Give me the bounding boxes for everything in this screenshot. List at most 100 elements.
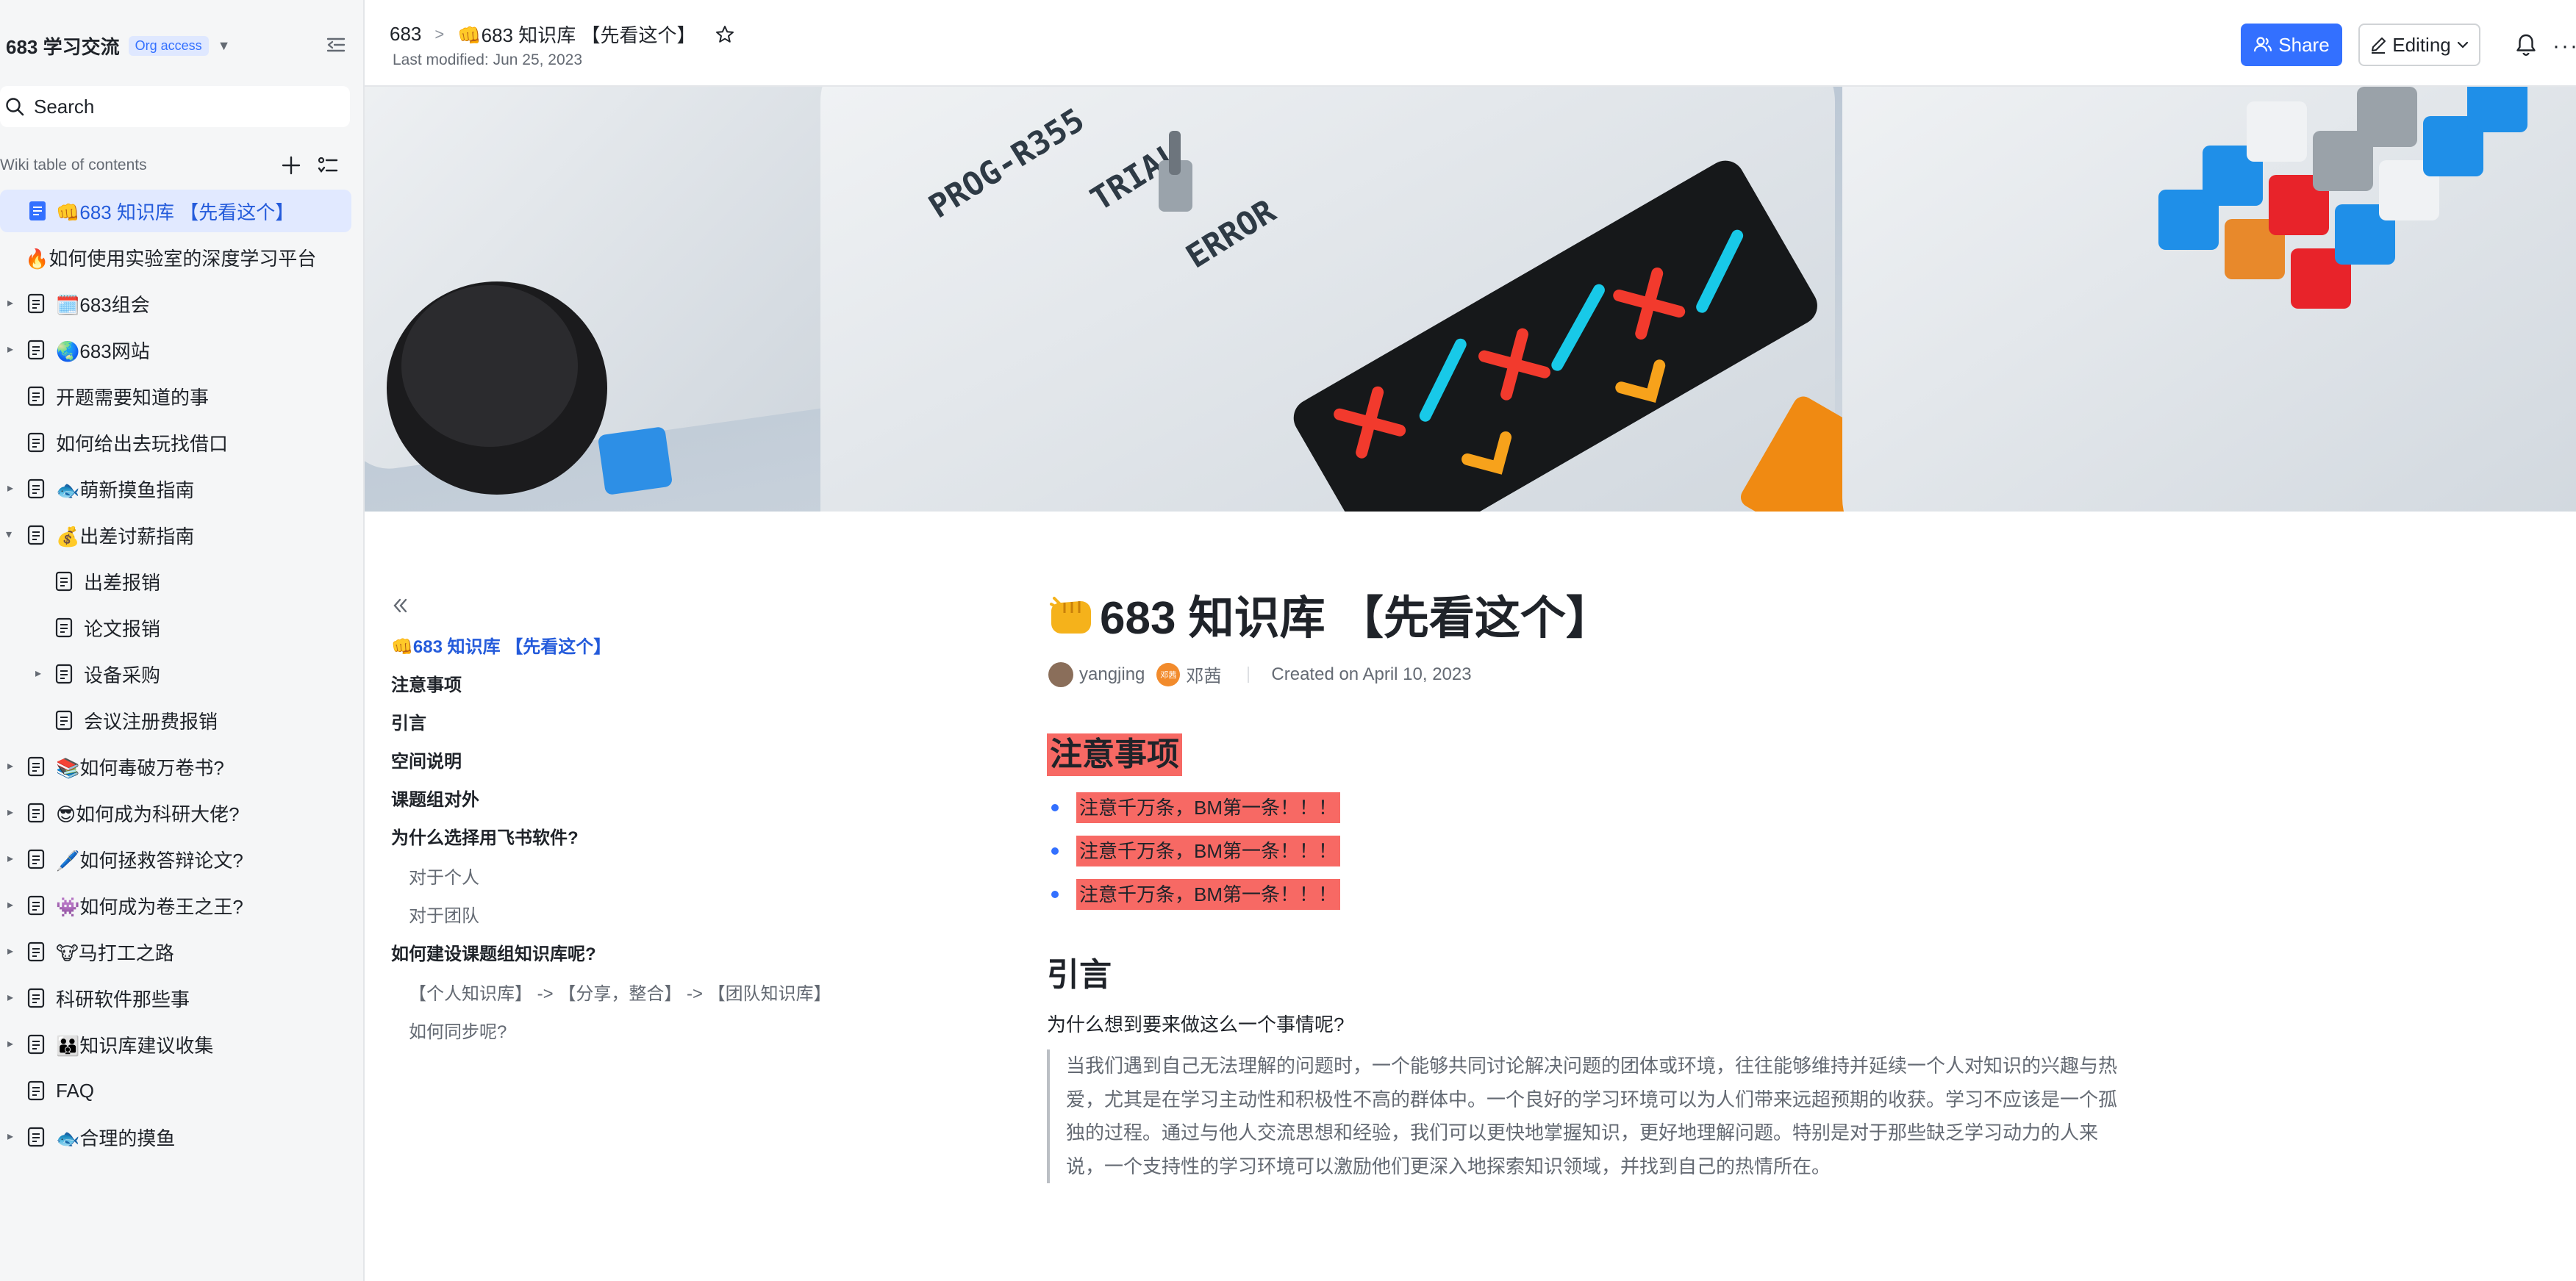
intro-quote[interactable]: 当我们遇到自己无法理解的问题时，一个能够共同讨论解决问题的团体或环境，往往能够维… (1047, 1049, 2125, 1183)
tree-item-travel-reimbursement-guide[interactable]: ▾ 💰出差讨薪指南 (0, 514, 351, 556)
expand-arrow-icon[interactable]: ▸ (35, 668, 47, 680)
document-icon (55, 664, 73, 684)
tree-item-equipment-purchase[interactable]: ▸ 设备采购 (0, 653, 351, 695)
expand-arrow-icon[interactable]: ▸ (7, 483, 19, 495)
expand-arrow-icon[interactable]: ▸ (7, 344, 19, 356)
heading-intro[interactable]: 引言 (1047, 948, 1112, 995)
add-page-icon[interactable] (279, 154, 303, 177)
expand-arrow-icon[interactable]: ▸ (7, 1131, 19, 1143)
expand-arrow-icon[interactable]: ▸ (7, 298, 19, 309)
collapse-sidebar-icon[interactable] (325, 34, 347, 56)
tree-item-suggestions[interactable]: ▸ 👪知识库建议收集 (0, 1023, 351, 1066)
document-icon (27, 340, 45, 360)
avatar[interactable] (1048, 661, 1073, 687)
author-name[interactable]: yangjing (1079, 664, 1145, 685)
outline-item-for-individual[interactable]: 对于个人 (409, 863, 479, 889)
expand-arrow-icon[interactable]: ▸ (7, 992, 19, 1004)
expand-arrow-icon[interactable]: ▸ (7, 761, 19, 772)
outline-item-title[interactable]: 👊683 知识库 【先看这个】 (391, 632, 611, 658)
tree-item-683-knowledge-base[interactable]: 👊683 知识库 【先看这个】 (0, 190, 351, 232)
bullet-dot (1051, 804, 1059, 811)
page-title-text: 683 知识库 【先看这个】 (1100, 593, 1611, 644)
list-item[interactable]: 注意千万条，BM第一条！！！ (1047, 879, 1341, 910)
tree-item-travel-expense[interactable]: 出差报销 (0, 560, 351, 603)
expand-arrow-icon[interactable]: ▸ (7, 807, 19, 819)
list-item[interactable]: 注意千万条，BM第一条！！！ (1047, 836, 1341, 866)
sidebar-search[interactable]: Search (0, 86, 350, 127)
document-icon (55, 617, 73, 638)
outline-item-external[interactable]: 课题组对外 (391, 785, 479, 811)
document-icon (27, 525, 45, 545)
collapse-arrow-icon[interactable]: ▾ (6, 529, 18, 541)
outline-item-how-sync[interactable]: 如何同步呢? (409, 1017, 507, 1043)
expand-arrow-icon[interactable]: ▸ (7, 900, 19, 911)
meta-divider (1248, 666, 1250, 683)
document-icon (27, 803, 45, 823)
tree-item-label: 开题需要知道的事 (56, 386, 210, 409)
tree-item-research-software[interactable]: ▸ 科研软件那些事 (0, 977, 351, 1019)
tree-item-paper-expense[interactable]: 论文报销 (0, 606, 351, 649)
search-icon (6, 98, 24, 116)
tree-item-683-website[interactable]: ▸ 🌏683网站 (0, 329, 351, 371)
pencil-icon (2372, 37, 2386, 54)
expand-arrow-icon[interactable]: ▸ (7, 946, 19, 958)
outline-item-notes[interactable]: 注意事项 (391, 670, 462, 696)
more-options-icon[interactable]: ··· (2552, 34, 2576, 59)
tree-item-conference-fee[interactable]: 会议注册费报销 (0, 699, 351, 742)
note-text: 注意千万条，BM第一条！！！ (1076, 836, 1341, 866)
breadcrumb-root[interactable]: 683 (390, 23, 421, 46)
outline-item-build-kb[interactable]: 如何建设课题组知识库呢? (391, 939, 596, 965)
author-name[interactable]: 邓茜 (1186, 661, 1221, 687)
wiki-toc-title: Wiki table of contents (0, 157, 147, 173)
toc-options-icon[interactable] (316, 154, 340, 177)
tree-item-work-road[interactable]: ▸ 🐮马打工之路 (0, 930, 351, 973)
tree-item-label: 如何给出去玩找借口 (56, 432, 229, 455)
space-name: 683 学习交流 (6, 35, 120, 58)
created-date: Created on April 10, 2023 (1271, 664, 1472, 684)
expand-arrow-icon[interactable]: ▸ (7, 853, 19, 865)
share-button[interactable]: Share (2241, 24, 2342, 66)
heading-notes[interactable]: 注意事项 (1047, 733, 1182, 776)
collapse-outline-icon[interactable] (390, 595, 410, 616)
tree-item-label: 💰出差讨薪指南 (56, 525, 195, 548)
tree-item-thesis-proposal[interactable]: 开题需要知道的事 (0, 375, 351, 417)
outline-item-intro[interactable]: 引言 (391, 708, 426, 734)
tree-item-king-of-grind[interactable]: ▸ 👾如何成为卷王之王? (0, 884, 351, 927)
document-icon (27, 988, 45, 1008)
document-icon (27, 432, 45, 453)
tree-item-newbie-guide[interactable]: ▸ 🐟萌新摸鱼指南 (0, 467, 351, 510)
tree-item-research-expert[interactable]: ▸ 😎如何成为科研大佬? (0, 792, 351, 834)
tree-item-label: 🐮马打工之路 (56, 941, 174, 964)
tree-item-label: 🐟萌新摸鱼指南 (56, 478, 195, 501)
space-dropdown-icon[interactable]: ▼ (218, 38, 231, 54)
outline-item-for-team[interactable]: 对于团队 (409, 901, 479, 927)
bell-icon[interactable] (2514, 32, 2538, 57)
why-question[interactable]: 为什么想到要来做这么一个事情呢? (1047, 1010, 1344, 1037)
tree-item-read-books[interactable]: ▸ 📚如何毒破万卷书? (0, 745, 351, 788)
users-icon (2254, 37, 2272, 52)
list-item[interactable]: 注意千万条，BM第一条！！！ (1047, 792, 1341, 823)
avatar[interactable]: 邓茜 (1156, 662, 1181, 686)
space-header[interactable]: 683 学习交流 Org access ▼ (6, 28, 351, 63)
tree-item-rescue-thesis[interactable]: ▸ 🖊️如何拯救答辩论文? (0, 838, 351, 880)
outline-item-why-feishu[interactable]: 为什么选择用飞书软件? (391, 823, 579, 849)
tree-item-deep-learning-platform[interactable]: 🔥如何使用实验室的深度学习平台 (0, 236, 351, 279)
tree-item-label: 科研软件那些事 (56, 988, 190, 1011)
document-icon (27, 756, 45, 777)
tree-item-683-group-meeting[interactable]: ▸ 🗓️683组会 (0, 282, 351, 325)
tree-item-reasonable-slacking[interactable]: ▸ 🐟合理的摸鱼 (0, 1116, 351, 1158)
outline-item-kb-flow[interactable]: 【个人知识库】 -> 【分享，整合】 -> 【团队知识库】 (409, 979, 831, 1005)
editing-mode-button[interactable]: Editing (2358, 24, 2480, 66)
chevron-right-icon: > (434, 24, 445, 43)
document-icon (27, 941, 45, 962)
tree-item-excuses[interactable]: 如何给出去玩找借口 (0, 421, 351, 464)
outline-item-space-desc[interactable]: 空间说明 (391, 747, 462, 772)
breadcrumb-current[interactable]: 👊683 知识库 【先看这个】 (457, 21, 695, 48)
page-title[interactable]: 683 知识库 【先看这个】 (1047, 581, 1611, 647)
expand-arrow-icon[interactable]: ▸ (7, 1038, 19, 1050)
search-placeholder: Search (34, 95, 95, 118)
tree-item-label: 👪知识库建议收集 (56, 1034, 214, 1057)
tree-item-faq[interactable]: FAQ (0, 1069, 351, 1112)
star-icon[interactable] (715, 24, 735, 45)
cover-banner: PROG-R355 TRIAL ERROR (365, 87, 2576, 512)
